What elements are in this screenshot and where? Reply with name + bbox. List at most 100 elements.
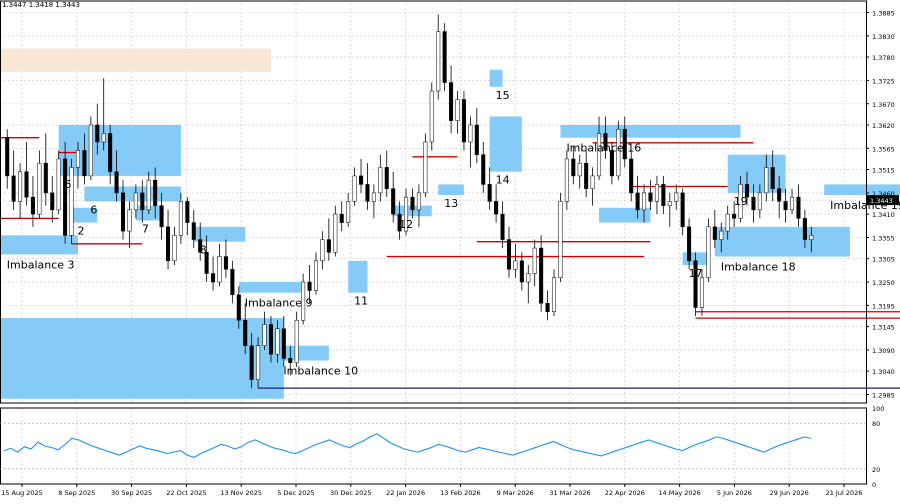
chart: 1.3447 1.3418 1.3443 5 Imbalance 3 6 2 7 8 Imb… xyxy=(0,0,900,500)
price-tick-label: 1.3620 xyxy=(872,122,895,130)
candle-body xyxy=(185,201,190,223)
candle-body xyxy=(699,277,704,308)
candle-body xyxy=(674,192,679,202)
osc-tick-label: 80 xyxy=(872,420,880,428)
candle-body xyxy=(777,188,782,202)
time-tick-label: 13 Nov 2025 xyxy=(220,489,262,497)
price-tick-label: 1.3305 xyxy=(872,256,895,264)
candle-body xyxy=(384,167,389,189)
price-tick-label: 1.3830 xyxy=(872,33,895,41)
candle-body xyxy=(313,260,319,291)
candle-body xyxy=(140,192,145,211)
candle-body xyxy=(166,226,171,262)
time-tick-label: 22 Apr 2026 xyxy=(605,489,645,497)
imbalance-zone xyxy=(348,260,368,293)
imbalance-zone xyxy=(489,116,522,172)
candle-body xyxy=(320,239,325,262)
candle-body xyxy=(127,209,132,232)
candle-body xyxy=(429,90,434,143)
time-tick-label: 22 Oct 2025 xyxy=(166,489,206,497)
candle-body xyxy=(751,196,756,211)
osc-tick-label: 20 xyxy=(872,466,880,474)
candle-body xyxy=(262,324,267,346)
candle-body xyxy=(513,260,518,270)
imbalance-zone xyxy=(0,48,271,72)
candle-body xyxy=(725,213,730,232)
price-tick-label: 1.3145 xyxy=(872,324,895,332)
candle-body xyxy=(307,281,312,291)
zone-label: 2 xyxy=(78,225,85,238)
time-tick-label: 30 Dec 2025 xyxy=(330,489,372,497)
candle-body xyxy=(790,196,795,211)
candle-body xyxy=(474,124,479,155)
candle-body xyxy=(661,184,666,206)
price-tick-label: 1.3040 xyxy=(872,368,895,376)
zone-label: Imbalance 18 xyxy=(721,261,796,274)
candle-body xyxy=(217,256,222,283)
imbalance-zone xyxy=(0,318,284,399)
candle-body xyxy=(63,158,68,236)
candle-body xyxy=(43,162,48,194)
time-tick-label: 30 Sep 2025 xyxy=(111,489,152,497)
candle-body xyxy=(82,150,87,177)
zone-label: 15 xyxy=(496,89,510,102)
candle-body xyxy=(50,192,55,211)
candle-body xyxy=(494,201,499,215)
candle-body xyxy=(719,230,724,240)
imbalance-zone xyxy=(714,226,850,257)
zone-label: 11 xyxy=(354,295,368,308)
candle-body xyxy=(75,150,80,168)
time-tick-label: 22 Jan 2026 xyxy=(386,489,425,497)
candle-body xyxy=(545,303,550,312)
candle-body xyxy=(481,154,486,185)
candle-body xyxy=(256,345,261,380)
candle-body xyxy=(133,192,138,211)
candle-body xyxy=(359,175,364,185)
candle-body xyxy=(211,273,216,283)
candle-body xyxy=(506,239,511,270)
price-tick-label: 1.3565 xyxy=(872,145,895,153)
candle-body xyxy=(423,141,428,194)
candle-body xyxy=(487,184,492,202)
candle-body xyxy=(236,294,241,321)
zone-label: 7 xyxy=(142,222,149,235)
candle-body xyxy=(577,162,582,177)
osc-tick-label: 100 xyxy=(872,405,884,413)
candle-body xyxy=(809,235,814,240)
candle-body xyxy=(802,218,807,240)
candle-body xyxy=(391,188,396,215)
candle-body xyxy=(410,196,415,211)
time-tick-label: 15 Aug 2025 xyxy=(1,489,43,497)
candle-body xyxy=(564,158,569,202)
candle-body xyxy=(436,31,441,92)
candle-body xyxy=(101,133,106,143)
price-tick-label: 1.3515 xyxy=(872,167,895,175)
candle-body xyxy=(333,213,338,253)
price-tick-label: 1.3090 xyxy=(872,347,895,355)
candle-body xyxy=(288,358,293,363)
candle-body xyxy=(243,319,248,346)
zone-label: Imbalance 3 xyxy=(7,258,75,271)
candle-body xyxy=(346,201,351,223)
price-tick-label: 1.2985 xyxy=(872,392,895,400)
time-tick-label: 13 Feb 2026 xyxy=(440,489,480,497)
candle-body xyxy=(500,213,505,240)
zone-label: 13 xyxy=(444,197,458,210)
candle-body xyxy=(449,82,454,121)
candle-body xyxy=(5,137,10,177)
time-tick-label: 29 Jun 2026 xyxy=(770,489,809,497)
candle-body xyxy=(178,201,183,236)
zone-label: Imbalance 10 xyxy=(283,365,358,378)
candle-body xyxy=(223,256,228,270)
candle-body xyxy=(764,167,769,194)
candle-body xyxy=(294,319,299,363)
candle-body xyxy=(191,222,196,240)
imbalance-zone xyxy=(0,235,78,255)
candle-body xyxy=(120,192,126,232)
candle-body xyxy=(95,124,100,143)
candle-body xyxy=(230,269,235,296)
zone-label: 8 xyxy=(200,244,207,257)
candle-body xyxy=(416,192,421,211)
candle-body xyxy=(352,175,357,202)
candle-body xyxy=(18,171,23,202)
